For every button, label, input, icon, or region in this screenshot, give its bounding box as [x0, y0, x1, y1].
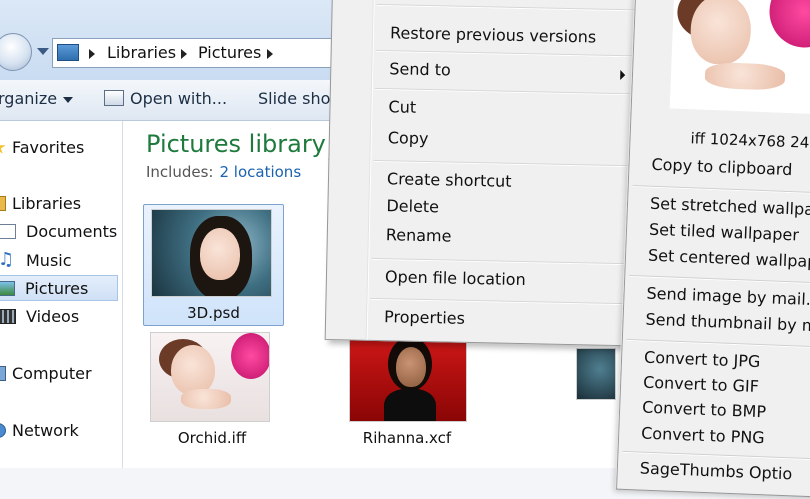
nav-music[interactable]: ♫ Music	[0, 248, 120, 274]
library-title: Pictures library	[146, 130, 326, 158]
menu-separator	[370, 297, 629, 306]
submenu-arrow-icon	[620, 70, 626, 81]
file-item-orchid-iff[interactable]: Orchid.iff	[150, 332, 274, 460]
music-note-icon: ♫	[0, 249, 15, 270]
menu-item-copy-to-clipboard[interactable]: Copy to clipboard	[651, 155, 793, 179]
menu-item-set-centered-wallpaper[interactable]: Set centered wallpape	[648, 246, 810, 272]
file-name: 3D.psd	[187, 304, 240, 322]
menu-separator	[374, 87, 633, 96]
menu-item-delete[interactable]: Delete	[386, 196, 439, 216]
navigation-pane: Favorites Libraries Documents ♫ Music Pi…	[0, 121, 123, 468]
file-thumbnail	[150, 332, 270, 422]
menu-separator	[376, 3, 635, 12]
file-item-3d-psd[interactable]: 3D.psd	[143, 204, 284, 326]
documents-icon	[0, 224, 16, 239]
nav-network[interactable]: Network	[0, 418, 120, 444]
includes-label: Includes:	[146, 163, 214, 181]
menu-item-send-image-by-mail[interactable]: Send image by mail...	[646, 284, 810, 310]
menu-item-restore-previous-versions[interactable]: Restore previous versions	[390, 23, 597, 46]
file-thumbnail	[349, 332, 467, 422]
menu-item-sagethumbs-options[interactable]: SageThumbs Optio	[640, 459, 793, 484]
breadcrumb-pictures[interactable]: Pictures	[198, 43, 261, 62]
nav-documents[interactable]: Documents	[0, 219, 120, 245]
breadcrumb-arrow-icon[interactable]	[181, 49, 187, 59]
menu-separator	[375, 49, 634, 58]
sagethumbs-submenu: iff 1024x768 24 b Copy to clipboard Set …	[615, 0, 810, 499]
menu-item-set-stretched-wallpaper[interactable]: Set stretched wallpap	[650, 194, 810, 220]
menu-item-convert-to-jpg[interactable]: Convert to JPG	[644, 348, 761, 371]
recent-pages-dropdown-icon[interactable]	[37, 48, 49, 55]
nav-computer[interactable]: Computer	[0, 361, 120, 387]
nav-pictures[interactable]: Pictures	[0, 275, 118, 301]
libraries-icon	[0, 196, 6, 211]
menu-item-open-file-location[interactable]: Open file location	[385, 267, 526, 289]
film-strip-icon	[0, 309, 16, 324]
menu-item-cut[interactable]: Cut	[388, 97, 416, 117]
locations-link[interactable]: 2 locations	[219, 163, 301, 181]
nav-libraries[interactable]: Libraries	[0, 191, 120, 217]
file-thumbnail-partial[interactable]	[576, 348, 616, 400]
menu-separator	[371, 257, 630, 266]
file-name: Rihanna.xcf	[362, 429, 452, 447]
file-name: Orchid.iff	[177, 429, 247, 447]
open-with-button[interactable]: Open with...	[104, 89, 227, 108]
organize-label: rganize	[0, 89, 58, 108]
menu-separator	[373, 159, 632, 168]
menu-item-set-tiled-wallpaper[interactable]: Set tiled wallpaper	[649, 220, 800, 245]
menu-gutter	[365, 0, 375, 340]
image-info: iff 1024x768 24 b	[690, 129, 810, 152]
menu-item-properties[interactable]: Properties	[384, 307, 465, 328]
file-thumbnail	[151, 209, 272, 297]
computer-icon	[0, 366, 6, 381]
menu-item-convert-to-gif[interactable]: Convert to GIF	[643, 373, 759, 396]
menu-item-copy[interactable]: Copy	[388, 128, 429, 148]
breadcrumb-arrow-icon[interactable]	[267, 49, 273, 59]
open-with-icon	[104, 90, 124, 106]
address-bar[interactable]: Libraries Pictures	[52, 38, 372, 68]
library-includes: Includes: 2 locations	[146, 163, 301, 181]
menu-item-convert-to-bmp[interactable]: Convert to BMP	[642, 398, 767, 422]
nav-videos[interactable]: Videos	[0, 304, 120, 330]
chevron-down-icon	[63, 96, 74, 103]
breadcrumb-libraries[interactable]: Libraries	[107, 43, 176, 62]
menu-item-convert-to-png[interactable]: Convert to PNG	[641, 424, 765, 448]
library-folder-icon	[57, 44, 79, 61]
breadcrumb-arrow-icon[interactable]	[89, 49, 95, 59]
back-button[interactable]	[0, 33, 32, 71]
network-icon	[0, 423, 6, 438]
nav-favorites[interactable]: Favorites	[0, 135, 120, 161]
star-icon	[0, 140, 6, 154]
file-item-rihanna-xcf[interactable]: Rihanna.xcf	[345, 332, 469, 460]
menu-item-send-thumbnail-by-mail[interactable]: Send thumbnail by ma	[645, 310, 810, 336]
menu-item-create-shortcut[interactable]: Create shortcut	[387, 169, 512, 191]
menu-item-send-to[interactable]: Send to	[389, 59, 451, 79]
pictures-icon	[0, 281, 15, 296]
context-menu: Restore previous versions Send to Cut Co…	[324, 0, 642, 347]
menu-item-rename[interactable]: Rename	[386, 225, 452, 245]
open-with-label: Open with...	[130, 89, 228, 108]
organize-button[interactable]: rganize	[0, 89, 74, 108]
image-preview	[669, 0, 810, 117]
